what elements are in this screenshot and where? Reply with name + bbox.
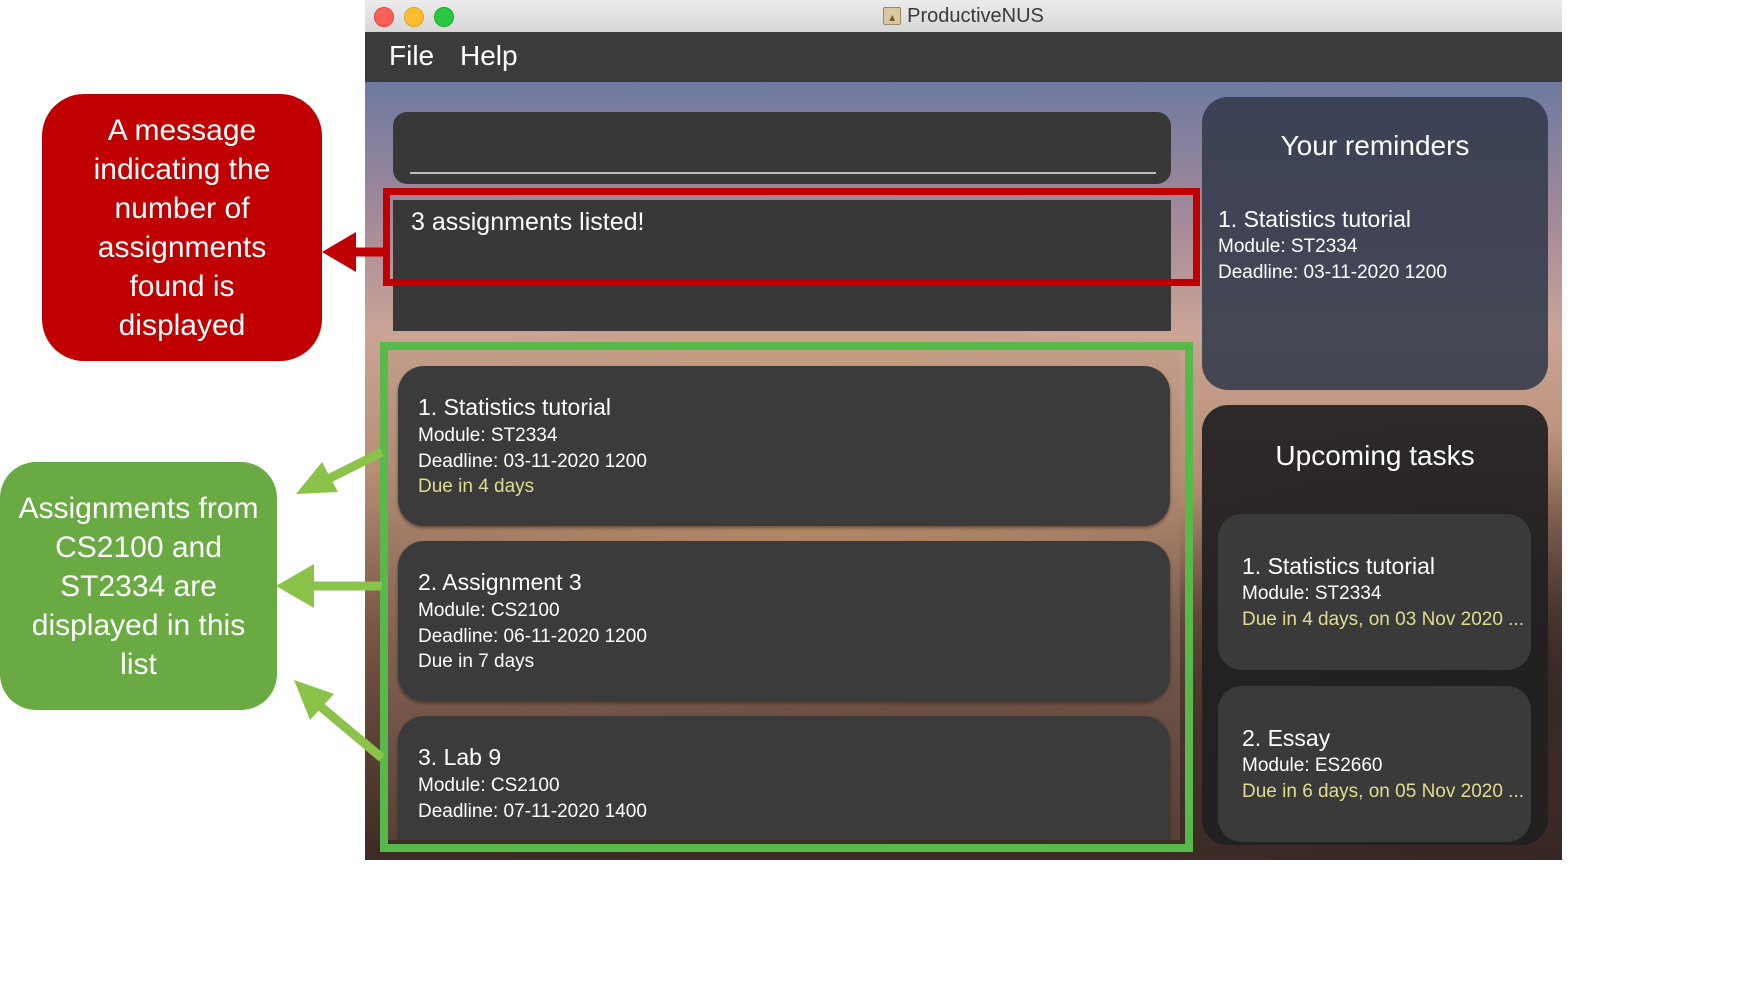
upcoming-tasks-title: Upcoming tasks [1275,440,1475,471]
reminders-title: Your reminders [1280,130,1470,161]
reminder-title[interactable]: 1. Statistics tutorial [1218,206,1411,233]
window-title-group: ▲ ProductiveNUS [365,0,1562,32]
command-input[interactable] [410,172,1156,174]
upcoming-task-module: Module: ES2660 [1242,755,1383,776]
red-callout: A message indicating the number of assig… [42,94,322,361]
upcoming-task-module: Module: ST2334 [1242,583,1382,604]
upcoming-task-due: Due in 4 days, on 03 Nov 2020 ... [1242,609,1525,630]
list-highlight-frame [380,342,1193,852]
reminder-module: Module: ST2334 [1218,236,1358,257]
title-bar: ▲ ProductiveNUS [365,0,1562,33]
window-title: ProductiveNUS [907,4,1044,27]
upcoming-task-card[interactable]: 1. Statistics tutorial Module: ST2334 Du… [1218,514,1531,670]
green-callout-text: Assignments from CS2100 and ST2334 are d… [18,491,259,681]
reminder-deadline: Deadline: 03-11-2020 1200 [1218,262,1447,283]
menu-help[interactable]: Help [460,40,518,72]
app-icon: ▲ [883,7,902,25]
upcoming-task-title: 2. Essay [1242,725,1331,751]
upcoming-task-title: 1. Statistics tutorial [1242,553,1436,579]
upcoming-task-due: Due in 6 days, on 05 Nov 2020 ... [1242,781,1525,802]
upcoming-task-card[interactable]: 2. Essay Module: ES2660 Due in 6 days, o… [1218,686,1531,842]
menu-bar: File Help [365,32,1562,82]
menu-file[interactable]: File [389,40,434,72]
red-callout-text: A message indicating the number of assig… [93,113,271,342]
green-callout: Assignments from CS2100 and ST2334 are d… [0,462,277,710]
result-highlight-frame [383,188,1200,286]
